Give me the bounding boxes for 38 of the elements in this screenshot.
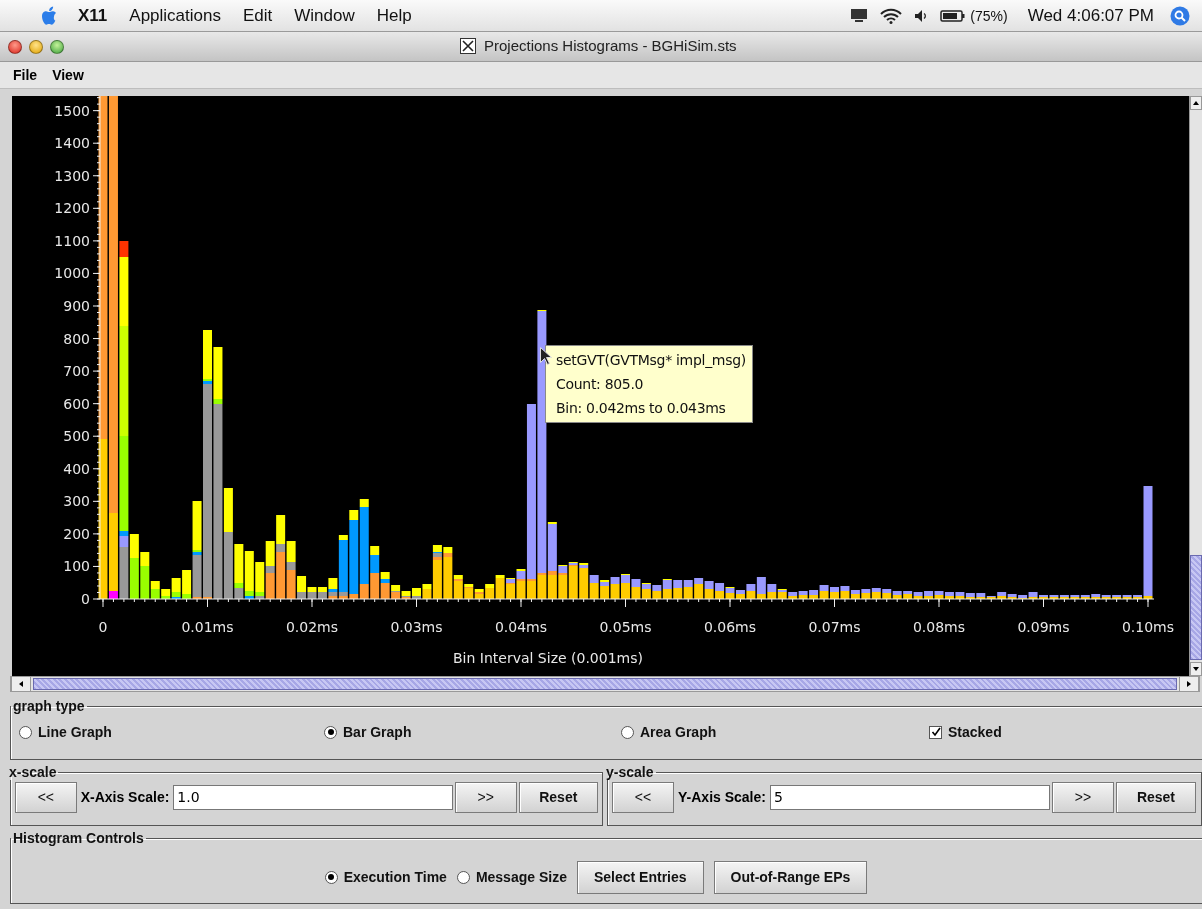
- battery-percentage: (75%): [970, 7, 1008, 24]
- axis-label: 700: [63, 363, 90, 380]
- field-label: X-Axis Scale:: [79, 789, 171, 805]
- axis-label: 0.09ms: [1017, 619, 1070, 635]
- axis-label: 400: [63, 460, 90, 477]
- axis-label: 500: [63, 428, 90, 445]
- group-title: graph type: [12, 698, 86, 714]
- axis-label: 1400: [54, 135, 90, 152]
- axis-label: 1200: [54, 200, 90, 217]
- axis-label: 1500: [54, 102, 90, 119]
- group-title: x-scale: [8, 764, 58, 780]
- axis-label: 600: [63, 395, 90, 412]
- axis-title: Bin Interval Size (0.001ms): [453, 650, 643, 666]
- axis-label: 900: [63, 298, 90, 314]
- axis-label: 0.02ms: [285, 619, 339, 635]
- field-label: Y-Axis Scale:: [677, 789, 767, 805]
- axis-label: 0.05ms: [599, 619, 652, 635]
- axis-label: 0.08ms: [912, 619, 966, 635]
- group-title: Histogram Controls: [12, 830, 145, 846]
- axis-label: 0: [98, 619, 108, 635]
- axis-label: 0.10ms: [1121, 619, 1175, 635]
- axis-label: 0.03ms: [390, 619, 443, 635]
- axis-label: 0.04ms: [494, 619, 548, 635]
- axis-label: 800: [63, 330, 90, 347]
- tooltip-text: Count: 805.0: [556, 375, 645, 394]
- axis-label: 0: [81, 591, 90, 607]
- group-title: y-scale: [605, 764, 655, 780]
- axis-label: 200: [63, 525, 90, 542]
- axis-label: 100: [63, 558, 90, 575]
- axis-label: 0.07ms: [808, 619, 861, 635]
- axis-label: 0.06ms: [703, 619, 757, 635]
- axis-label: 1100: [54, 232, 90, 249]
- axis-label: 1000: [54, 265, 90, 282]
- axis-label: 1300: [54, 167, 90, 184]
- window-title: Projections Histograms - BGHiSim.sts: [484, 37, 737, 54]
- axis-label: 0.01ms: [181, 619, 234, 635]
- axis-label: 300: [63, 493, 90, 510]
- tooltip-text: Bin: 0.042ms to 0.043ms: [556, 399, 727, 418]
